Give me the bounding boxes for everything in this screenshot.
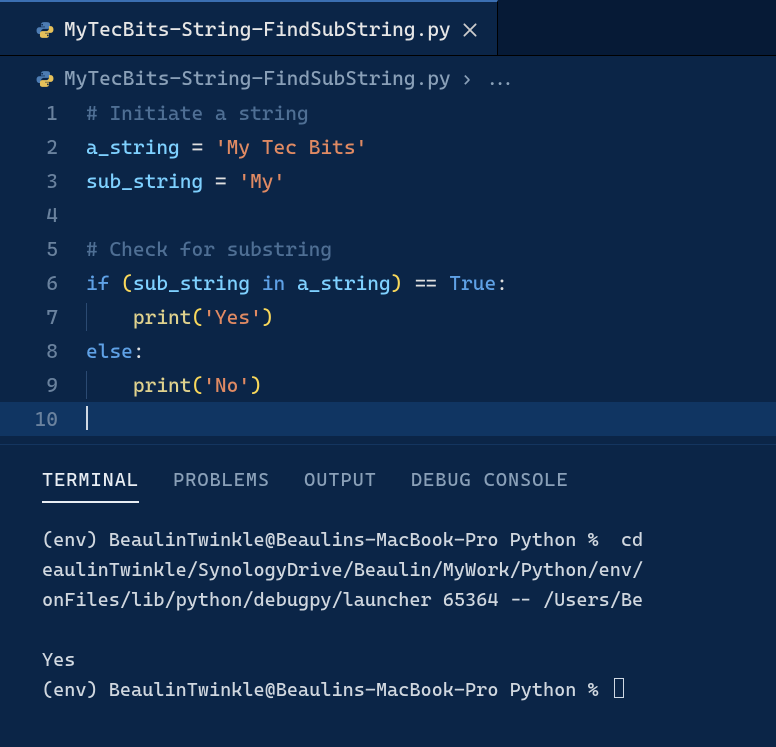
line-number: 5 [0, 232, 86, 266]
code-line[interactable]: 3sub_string = 'My' [0, 164, 776, 198]
line-number: 6 [0, 266, 86, 300]
code-line[interactable]: 6if (sub_string in a_string) == True: [0, 266, 776, 300]
file-tab-label: MyTecBits-String-FindSubString.py [64, 17, 451, 41]
code-line[interactable]: 4 [0, 198, 776, 232]
line-number: 9 [0, 368, 86, 402]
tab-problems[interactable]: PROBLEMS [173, 463, 270, 503]
close-icon[interactable] [461, 20, 479, 38]
line-number: 10 [0, 402, 86, 436]
code-line[interactable]: 10 [0, 402, 776, 436]
line-number: 8 [0, 334, 86, 368]
breadcrumb-file: MyTecBits-String-FindSubString.py [64, 66, 451, 90]
line-number: 1 [0, 96, 86, 130]
terminal-cursor [614, 678, 624, 698]
editor-cursor [86, 406, 88, 430]
tab-debug-console[interactable]: DEBUG CONSOLE [411, 463, 569, 503]
panel-tabs: TERMINAL PROBLEMS OUTPUT DEBUG CONSOLE [0, 455, 776, 505]
code-line[interactable]: 7 print('Yes') [0, 300, 776, 334]
python-icon [36, 20, 54, 38]
file-tab[interactable]: MyTecBits-String-FindSubString.py [0, 0, 498, 55]
breadcrumb-rest: ... [482, 66, 517, 90]
terminal-output[interactable]: (env) BeaulinTwinkle@Beaulins-MacBook-Pr… [0, 505, 776, 705]
code-line[interactable]: 5# Check for substring [0, 232, 776, 266]
line-number: 2 [0, 130, 86, 164]
tab-output[interactable]: OUTPUT [304, 463, 377, 503]
code-line[interactable]: 9 print('No') [0, 368, 776, 402]
python-icon [36, 69, 54, 87]
tab-terminal[interactable]: TERMINAL [42, 463, 139, 503]
bottom-panel: TERMINAL PROBLEMS OUTPUT DEBUG CONSOLE (… [0, 444, 776, 705]
line-number: 4 [0, 198, 86, 232]
line-number: 3 [0, 164, 86, 198]
code-line[interactable]: 2a_string = 'My Tec Bits' [0, 130, 776, 164]
chevron-right-icon: › [461, 66, 473, 90]
breadcrumb[interactable]: MyTecBits-String-FindSubString.py › ... [0, 56, 776, 94]
code-editor[interactable]: 1# Initiate a string2a_string = 'My Tec … [0, 94, 776, 444]
line-number: 7 [0, 300, 86, 334]
editor-tabs: MyTecBits-String-FindSubString.py [0, 0, 776, 56]
code-line[interactable]: 1# Initiate a string [0, 96, 776, 130]
code-line[interactable]: 8else: [0, 334, 776, 368]
